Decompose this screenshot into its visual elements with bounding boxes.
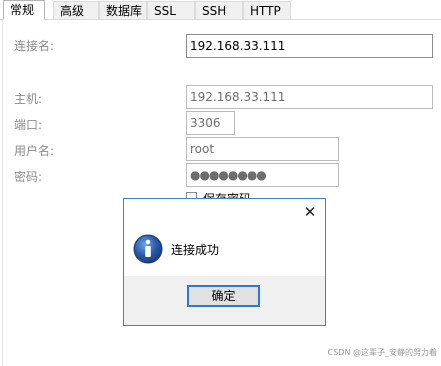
dialog-titlebar: ✕ [124,199,325,226]
tab-ssl[interactable]: SSL [147,1,195,19]
dialog-body: 连接成功 [124,226,325,276]
dialog-message: 连接成功 [171,243,220,257]
panel-border [2,20,3,366]
username-label: 用户名: [14,144,55,158]
connection-name-field[interactable]: 192.168.33.111 [186,34,433,58]
tab-general[interactable]: 常规 [3,0,45,20]
ok-button[interactable]: 确定 [187,285,260,307]
tab-bar: 常规 高级 数据库 SSL SSH HTTP [0,0,441,20]
host-label: 主机: [14,92,43,106]
host-field[interactable]: 192.168.33.111 [186,85,433,109]
password-label: 密码: [14,170,43,184]
tab-http[interactable]: HTTP [243,1,291,19]
password-field[interactable]: ●●●●●●●● [186,163,339,187]
username-field[interactable]: root [186,137,339,161]
port-label: 端口: [14,118,43,132]
tab-divider [0,19,441,20]
watermark: CSDN @这辈子_安静的努力着 [327,348,437,357]
message-dialog: ✕ 连接成功 确定 [123,198,326,326]
close-icon[interactable]: ✕ [301,203,319,221]
tab-ssh[interactable]: SSH [195,1,243,19]
info-icon [133,234,163,264]
tab-database[interactable]: 数据库 [99,1,147,19]
port-field[interactable]: 3306 [186,111,235,135]
connection-name-label: 连接名: [14,39,55,53]
tab-advanced[interactable]: 高级 [53,1,99,19]
